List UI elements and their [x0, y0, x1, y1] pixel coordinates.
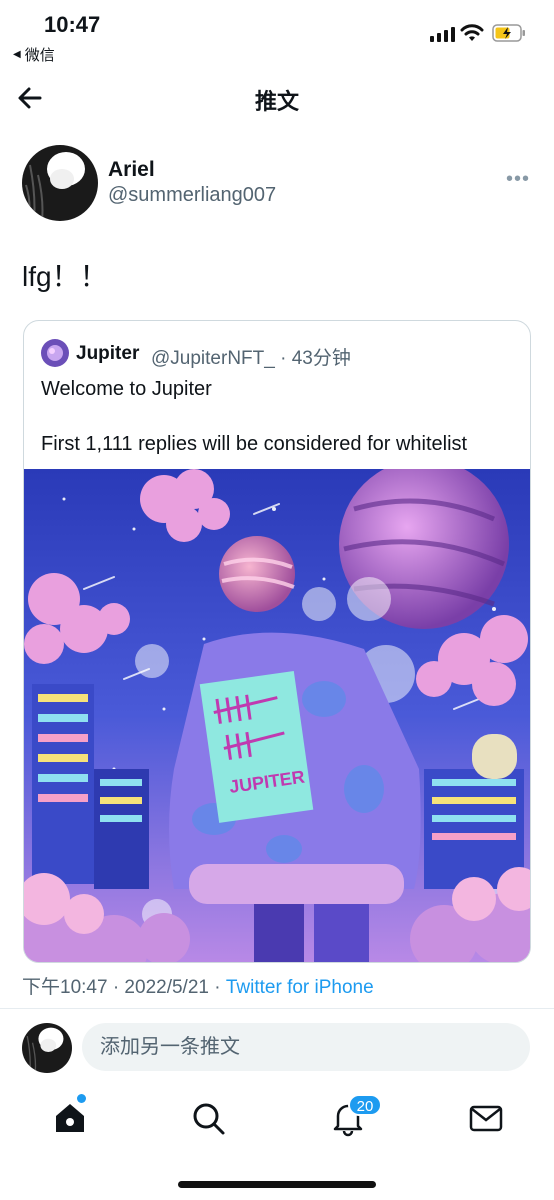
author-handle[interactable]: @summerliang007 — [108, 184, 276, 207]
quoted-illustration[interactable]: JUPITER — [24, 469, 530, 962]
home-indicator — [178, 1181, 376, 1188]
notification-count-badge: 20 — [348, 1094, 382, 1116]
back-triangle-icon: ◀ — [13, 49, 21, 60]
status-time: 10:47 — [44, 12, 101, 37]
reply-input[interactable] — [82, 1023, 530, 1071]
quoted-author-name: Jupiter — [76, 343, 140, 364]
battery-icon — [492, 24, 525, 42]
reply-compose-bar — [0, 1008, 554, 1087]
top-nav: 推文 — [0, 72, 554, 128]
author-name[interactable]: Ariel — [108, 158, 155, 182]
quoted-avatar — [41, 339, 69, 367]
tweet-source-link[interactable]: Twitter for iPhone — [226, 977, 374, 998]
more-icon[interactable]: ••• — [506, 168, 530, 191]
search-icon[interactable] — [188, 1098, 228, 1138]
status-bar: 10:47 ◀ 微信 — [0, 0, 554, 70]
tweet-text: lfg！！ — [22, 261, 108, 292]
user-avatar[interactable] — [22, 1023, 72, 1073]
quoted-tweet-card[interactable]: Jupiter @JupiterNFT_ · 43分钟 Welcome to J… — [23, 320, 531, 963]
quoted-text-line: First 1,111 replies will be considered f… — [41, 433, 468, 455]
page-title: 推文 — [254, 89, 299, 114]
back-app-label: 微信 — [24, 47, 55, 64]
signal-icon — [430, 26, 455, 42]
author-avatar[interactable] — [22, 145, 98, 221]
tweet-date: 下午10:47 · 2022/5/21 · — [22, 977, 226, 998]
wifi-icon — [460, 24, 484, 41]
mail-icon[interactable] — [466, 1098, 506, 1138]
home-icon[interactable] — [50, 1098, 90, 1138]
quoted-text-line: Welcome to Jupiter — [41, 378, 212, 400]
tweet-timestamp: 下午10:47 · 2022/5/21 · Twitter for iPhone — [22, 972, 374, 999]
quoted-author-meta: @JupiterNFT_ · 43分钟 — [151, 348, 351, 369]
back-to-app-link[interactable]: ◀ 微信 — [13, 44, 55, 65]
home-notification-dot — [77, 1094, 86, 1103]
